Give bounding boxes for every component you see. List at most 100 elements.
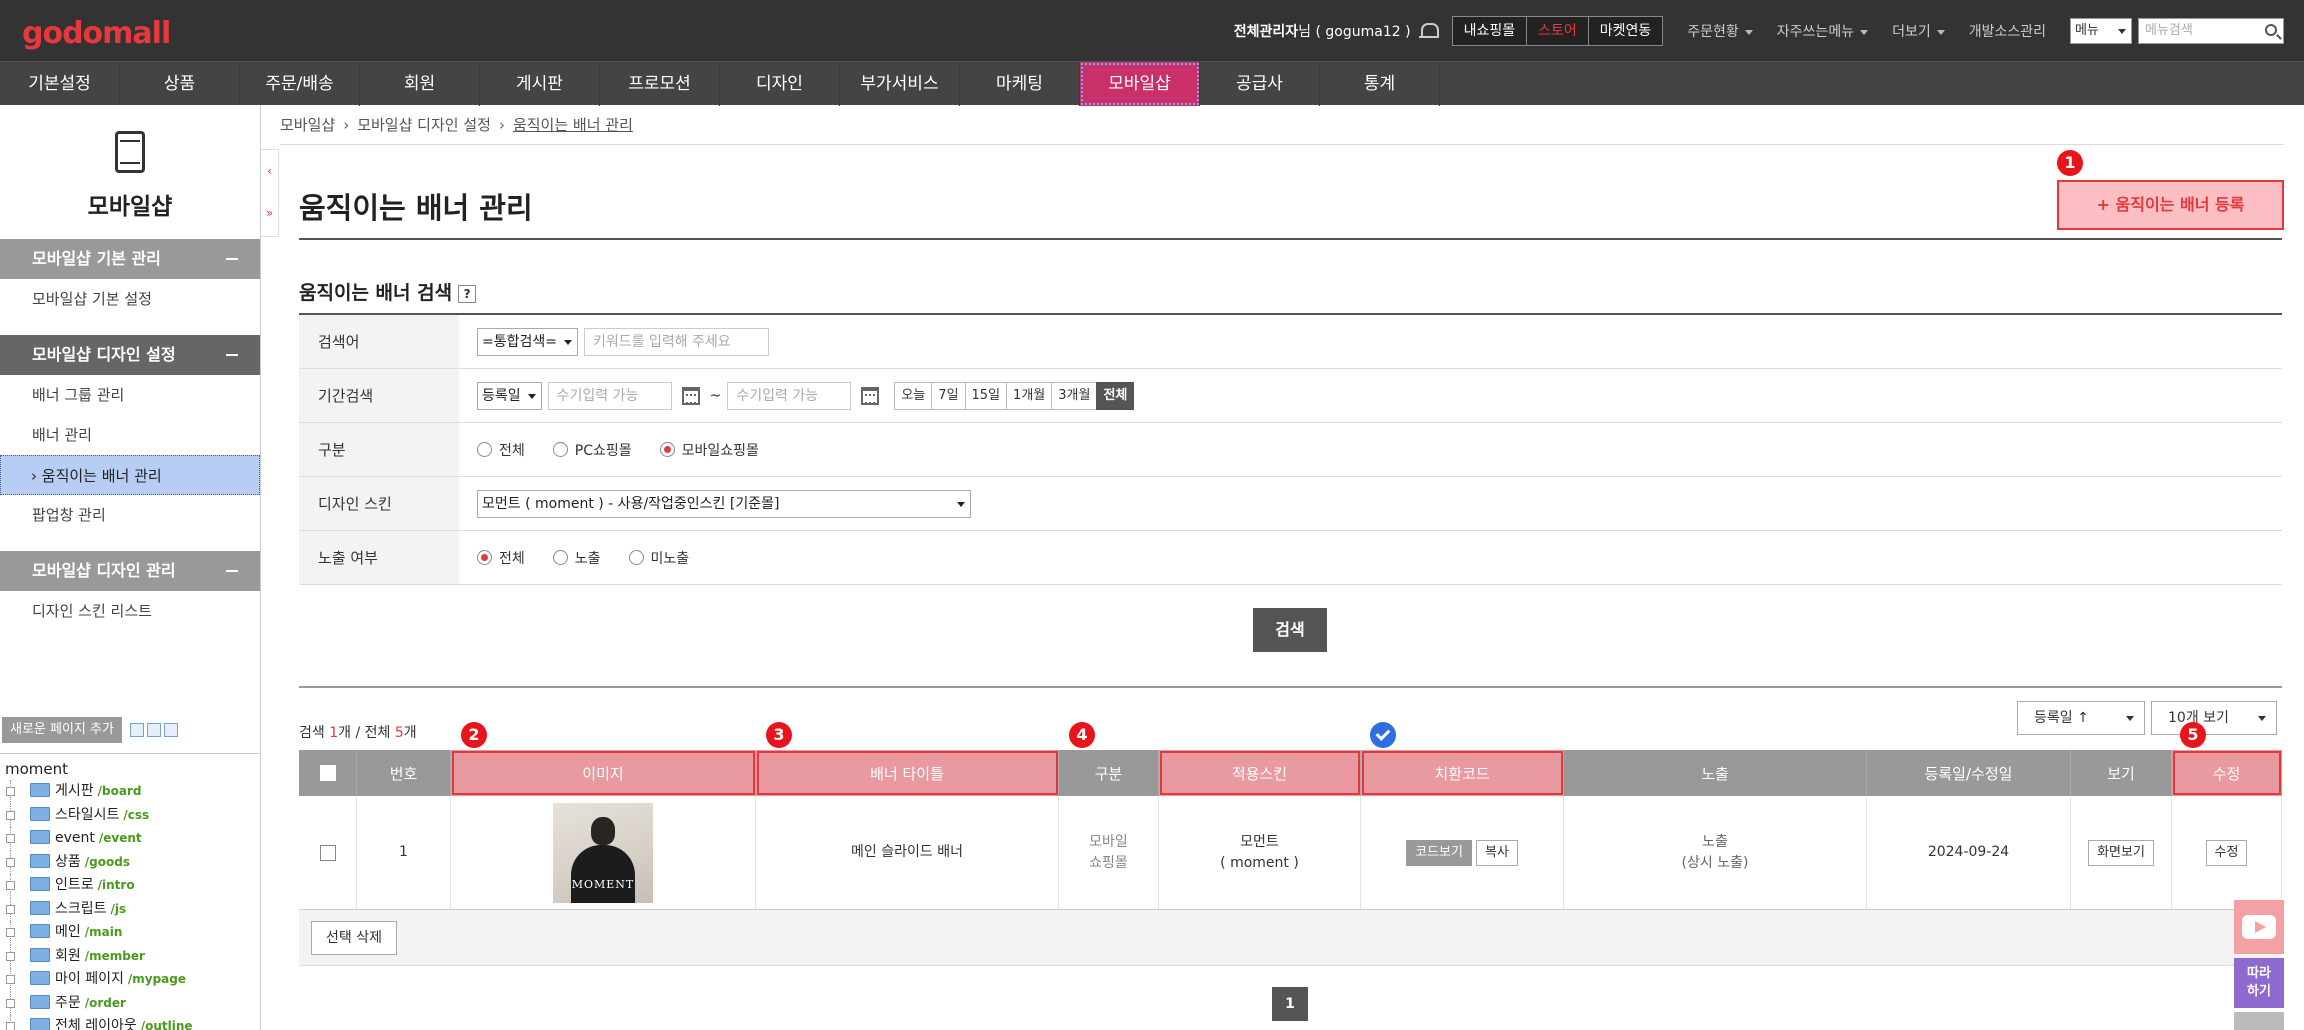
date-range-separator: ~ bbox=[709, 387, 722, 404]
keyword-input[interactable]: 키워드를 입력해 주세요 bbox=[583, 327, 769, 356]
sidebar-item-skin-list[interactable]: 디자인 스킨 리스트 bbox=[0, 591, 260, 631]
godomall-logo[interactable]: godomall bbox=[22, 16, 171, 51]
period-all-button[interactable]: 전체 bbox=[1096, 381, 1135, 410]
search-icon[interactable] bbox=[2265, 24, 2277, 36]
expose-radio-all[interactable]: 전체 bbox=[477, 548, 525, 568]
collapse-all-icon[interactable] bbox=[146, 723, 161, 737]
tree-item[interactable]: 회원/member bbox=[0, 944, 260, 969]
nav-promotion[interactable]: 프로모션 bbox=[600, 62, 720, 106]
calendar-icon[interactable] bbox=[861, 386, 880, 405]
period-15d-button[interactable]: 15일 bbox=[964, 381, 1008, 410]
preview-button[interactable]: 화면보기 bbox=[2088, 839, 2154, 866]
add-page-button[interactable]: 새로운 페이지 추가 bbox=[2, 717, 122, 743]
breadcrumb-current[interactable]: 움직이는 배너 관리 bbox=[513, 116, 633, 134]
period-1m-button[interactable]: 1개월 bbox=[1006, 381, 1053, 410]
row-checkbox[interactable] bbox=[319, 844, 336, 861]
folder-icon bbox=[30, 994, 50, 1009]
nav-marketing[interactable]: 마케팅 bbox=[960, 62, 1080, 106]
sidebar-item-popup[interactable]: 팝업창 관리 bbox=[0, 495, 260, 535]
side-nav-toggle[interactable]: ‹ » bbox=[261, 149, 279, 237]
group-mobile-basic[interactable]: 모바일샵 기본 관리 bbox=[0, 239, 260, 279]
nav-design[interactable]: 디자인 bbox=[720, 62, 840, 106]
order-status-menu[interactable]: 주문현황 bbox=[1687, 21, 1753, 41]
nav-members[interactable]: 회원 bbox=[360, 62, 480, 106]
search-form: 검색어 =통합검색= 키워드를 입력해 주세요 기간검색 등록일 수기입력 가능… bbox=[299, 313, 2282, 585]
delete-selected-button[interactable]: 선택 삭제 bbox=[311, 921, 397, 955]
end-date-input[interactable]: 수기입력 가능 bbox=[727, 381, 852, 410]
register-moving-banner-button[interactable]: + 움직이는 배너 등록 bbox=[2057, 180, 2284, 230]
banner-thumbnail[interactable]: MOMENT bbox=[553, 802, 653, 903]
breadcrumb-item[interactable]: 모바일샵 bbox=[280, 116, 335, 134]
tree-item[interactable]: 마이 페이지/mypage bbox=[0, 968, 260, 992]
period-type-select[interactable]: 등록일 bbox=[477, 381, 542, 410]
nav-orders[interactable]: 주문/배송 bbox=[240, 62, 360, 106]
menu-select[interactable]: 메뉴 bbox=[2070, 18, 2132, 44]
store-button[interactable]: 스토어 bbox=[1526, 16, 1589, 46]
type-radio-mobile[interactable]: 모바일쇼핑몰 bbox=[659, 440, 759, 460]
view-code-button[interactable]: 코드보기 bbox=[1406, 839, 1472, 866]
help-icon[interactable]: ? bbox=[458, 284, 477, 303]
nav-mobile-shop[interactable]: 모바일샵 bbox=[1080, 62, 1200, 106]
favorite-menu[interactable]: 자주쓰는메뉴 bbox=[1777, 21, 1869, 41]
tree-item[interactable]: 상품/goods bbox=[0, 850, 260, 875]
tree-item[interactable]: 스타일시트/css bbox=[0, 803, 260, 828]
design-skin-select[interactable]: 모먼트 ( moment ) - 사용/작업중인스킨 [기준몰] bbox=[477, 489, 971, 518]
collapse-icon[interactable] bbox=[226, 258, 238, 260]
folder-icon bbox=[30, 971, 50, 985]
tree-item[interactable]: 메인/main bbox=[0, 921, 260, 945]
sort-select[interactable]: 등록일 ↑ bbox=[2017, 701, 2145, 735]
type-radio-pc[interactable]: PC쇼핑몰 bbox=[552, 440, 632, 460]
expose-radio-shown[interactable]: 노출 bbox=[552, 548, 601, 568]
page-size-select[interactable]: 10개 보기 bbox=[2151, 701, 2277, 735]
dev-source-link[interactable]: 개발소스관리 bbox=[1969, 21, 2046, 41]
my-shop-button[interactable]: 내쇼핑몰 bbox=[1451, 16, 1528, 46]
follow-along-button[interactable]: 따라 하기 bbox=[2234, 958, 2284, 1008]
chevron-left-icon[interactable]: ‹ bbox=[261, 150, 278, 192]
sidebar-item-banner[interactable]: 배너 관리 bbox=[0, 415, 260, 455]
sidebar-item-moving-banner[interactable]: › 움직이는 배너 관리 bbox=[0, 455, 260, 495]
menu-search-input[interactable]: 메뉴검색 bbox=[2138, 18, 2284, 44]
start-date-input[interactable]: 수기입력 가능 bbox=[547, 381, 672, 410]
tree-item[interactable]: 인트로/intro bbox=[0, 874, 260, 898]
nav-products[interactable]: 상품 bbox=[120, 62, 240, 106]
bell-icon[interactable] bbox=[1418, 21, 1439, 41]
search-button[interactable]: 검색 bbox=[1253, 608, 1327, 652]
period-7d-button[interactable]: 7일 bbox=[931, 381, 966, 410]
period-today-button[interactable]: 오늘 bbox=[894, 381, 933, 410]
tree-item[interactable]: 게시판/board bbox=[0, 780, 260, 804]
group-mobile-design-settings[interactable]: 모바일샵 디자인 설정 bbox=[0, 335, 260, 375]
keyword-type-select[interactable]: =통합검색= bbox=[477, 327, 578, 356]
tree-item[interactable]: 전체 레이아웃/outline bbox=[0, 1015, 260, 1030]
nav-board[interactable]: 게시판 bbox=[480, 62, 600, 106]
collapse-icon[interactable] bbox=[226, 354, 238, 356]
nav-statistics[interactable]: 통계 bbox=[1320, 62, 1440, 106]
sidebar-item-mobile-basic-settings[interactable]: 모바일샵 기본 설정 bbox=[0, 279, 260, 319]
type-radio-all[interactable]: 전체 bbox=[477, 440, 525, 460]
more-menu[interactable]: 더보기 bbox=[1892, 21, 1945, 41]
refresh-icon[interactable] bbox=[163, 723, 178, 737]
chevron-right-icon: › bbox=[343, 116, 350, 134]
expose-radio-hidden[interactable]: 미노출 bbox=[628, 548, 689, 568]
calendar-icon[interactable] bbox=[681, 386, 700, 405]
expand-all-icon[interactable] bbox=[129, 723, 144, 737]
group-mobile-design-management[interactable]: 모바일샵 디자인 관리 bbox=[0, 551, 260, 591]
floating-extra-button[interactable] bbox=[2234, 1012, 2284, 1030]
collapse-icon[interactable] bbox=[226, 570, 238, 572]
nav-addons[interactable]: 부가서비스 bbox=[840, 62, 960, 106]
page-1-button[interactable]: 1 bbox=[1272, 987, 1308, 1021]
tree-item[interactable]: 주문/order bbox=[0, 991, 260, 1016]
tree-item[interactable]: event/event bbox=[0, 827, 260, 851]
edit-button[interactable]: 수정 bbox=[2205, 839, 2248, 866]
double-chevron-up-icon[interactable]: » bbox=[261, 192, 278, 234]
market-link-button[interactable]: 마켓연동 bbox=[1587, 16, 1664, 46]
tree-item[interactable]: 스크립트/js bbox=[0, 897, 260, 922]
copy-code-button[interactable]: 복사 bbox=[1475, 839, 1518, 866]
sidebar-item-banner-group[interactable]: 배너 그룹 관리 bbox=[0, 375, 260, 415]
nav-supplier[interactable]: 공급사 bbox=[1200, 62, 1320, 106]
youtube-button[interactable] bbox=[2234, 900, 2284, 954]
period-3m-button[interactable]: 3개월 bbox=[1051, 381, 1098, 410]
nav-basic-settings[interactable]: 기본설정 bbox=[0, 62, 120, 106]
breadcrumb-item[interactable]: 모바일샵 디자인 설정 bbox=[357, 116, 491, 134]
tree-root[interactable]: moment bbox=[0, 758, 260, 780]
select-all-checkbox[interactable] bbox=[319, 765, 336, 781]
